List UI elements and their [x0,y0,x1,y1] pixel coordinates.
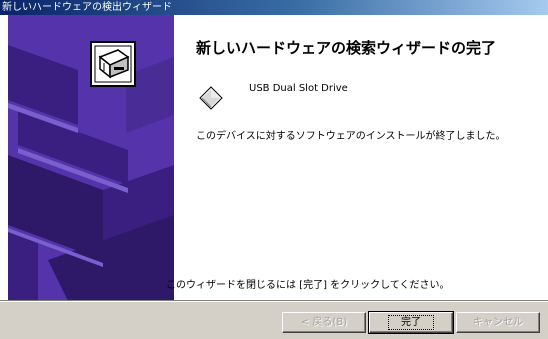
wizard-window: 新しいハードウェアの検出ウィザード 新しいハードウェアの検索ウィザードの完了 U… [0,0,548,339]
footer-instruction: このウィザードを閉じるには [完了] をクリックしてください。 [166,280,450,291]
title-bar[interactable]: 新しいハードウェアの検出ウィザード [0,0,548,15]
wizard-content: 新しいハードウェアの検索ウィザードの完了 USB Dual Slot Drive… [174,15,548,301]
back-button[interactable]: < 戻る(B) [282,312,366,333]
button-bar: < 戻る(B) 完了 キャンセル [0,301,548,339]
wizard-sidebar [8,15,174,301]
hardware-wizard-graphic-icon [8,15,174,301]
finish-button-label: 完了 [388,315,434,330]
completion-message: このデバイスに対するソフトウェアのインストールが終了しました。 [196,131,506,142]
window-title: 新しいハードウェアの検出ウィザード [2,2,172,13]
page-title: 新しいハードウェアの検索ウィザードの完了 [196,39,497,57]
finish-button[interactable]: 完了 [368,311,454,334]
usb-drive-icon [199,86,223,110]
device-name: USB Dual Slot Drive [249,83,348,94]
cancel-button[interactable]: キャンセル [456,312,540,333]
